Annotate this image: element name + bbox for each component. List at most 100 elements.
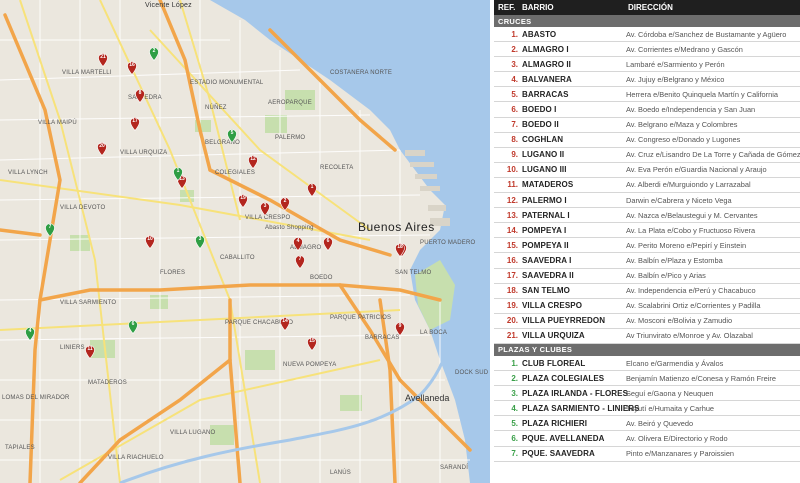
row-direccion: Lambaré e/Sarmiento y Perón [626, 59, 725, 69]
row-direccion: Av. Perito Moreno e/Pepirí y Einstein [626, 240, 747, 250]
red-marker[interactable]: 9 [395, 322, 405, 336]
row-direccion: Herrera e/Benito Quinquela Martín y Cali… [626, 89, 778, 99]
table-row: 2. ALMAGRO I Av. Corrientes e/Medrano y Ga… [494, 42, 800, 58]
red-marker[interactable]: 16 [127, 61, 137, 75]
red-marker[interactable]: 14 [280, 317, 290, 331]
red-marker[interactable]: 1 [307, 183, 317, 197]
row-ref: 13. [506, 210, 518, 220]
red-marker[interactable]: 4 [293, 237, 303, 251]
map[interactable]: Vicente López Villa Martelli Villa Maipú… [0, 0, 490, 483]
red-marker[interactable]: 2 [280, 197, 290, 211]
red-marker[interactable]: 6 [323, 237, 333, 251]
marker-number: 14 [282, 318, 288, 324]
red-marker[interactable]: 20 [97, 142, 107, 156]
marker-number: 16 [129, 62, 135, 68]
row-direccion: Av. Belgrano e/Maza y Colombres [626, 120, 738, 130]
row-barrio: SAN TELMO [522, 286, 571, 296]
row-ref: 7. [511, 120, 518, 130]
table-row: 9. LUGANO II Av. Cruz e/Lisandro De La Tor… [494, 148, 800, 163]
table-row: 11. MATADEROS Av. Alberdi e/Murguiondo y L… [494, 178, 800, 194]
table-row: 20. VILLA PUEYRREDON Av. Mosconi e/Bolivia… [494, 314, 800, 329]
row-direccion: Darwin e/Cabrera y Niceto Vega [626, 195, 732, 205]
row-direccion: Av. La Plata e/Cobo y Fructuoso Rivera [626, 225, 756, 235]
green-marker[interactable]: 3 [195, 235, 205, 249]
red-marker[interactable]: 17 [130, 117, 140, 131]
row-direccion: Tuyutí e/Humaita y Carhue [626, 403, 715, 413]
green-marker[interactable]: 2 [149, 47, 159, 61]
red-marker[interactable]: 8 [135, 89, 145, 103]
row-ref: 3. [511, 388, 518, 398]
place-label: Recoleta [320, 165, 354, 171]
row-direccion: Elcano e/Garmendia y Ávalos [626, 358, 724, 368]
table-row: 21. VILLA URQUIZA Av Triunvirato e/Monroe … [494, 329, 800, 344]
row-ref: 17. [506, 271, 518, 281]
marker-number: 10 [147, 236, 153, 242]
col-direccion-header: DIRECCIÓN [628, 3, 673, 12]
row-barrio: PLAZA RICHIERI [522, 418, 588, 428]
place-label: Flores [160, 270, 186, 276]
row-ref: 6. [511, 105, 518, 115]
table-row: 8. COGHLAN Av. Congreso e/Donado y Lugones [494, 133, 800, 148]
place-label: Mataderos [88, 380, 127, 386]
place-label: San Telmo [395, 270, 432, 276]
row-direccion: Av. Jujuy e/Belgrano y México [626, 74, 725, 84]
red-marker[interactable]: 12 [248, 155, 258, 169]
row-ref: 12. [506, 195, 518, 205]
table-row: 15. POMPEYA II Av. Perito Moreno e/Pepirí … [494, 238, 800, 254]
table-row: 7. PQUE. SAAVEDRA Pinto e/Manzanares y Par… [494, 447, 800, 462]
row-barrio: POMPEYA II [522, 240, 569, 250]
row-barrio: SAAVEDRA I [522, 255, 572, 265]
place-label: Dock Sud [455, 370, 489, 376]
row-ref: 9. [511, 150, 518, 160]
row-barrio: LUGANO II [522, 150, 565, 160]
marker-number: 6 [326, 238, 330, 244]
marker-number: 1 [176, 168, 180, 174]
row-ref: 16. [506, 255, 518, 265]
red-marker[interactable]: 7 [295, 255, 305, 269]
row-ref: 7. [511, 449, 518, 459]
place-label: Caballito [220, 255, 255, 261]
row-barrio: POMPEYA I [522, 225, 567, 235]
green-marker[interactable]: 1 [173, 167, 183, 181]
row-ref: 19. [506, 301, 518, 311]
row-direccion: Av. Olivera E/Directorio y Rodo [626, 433, 728, 443]
row-ref: 18. [506, 286, 518, 296]
row-barrio: VILLA PUEYRREDON [522, 316, 606, 326]
row-ref: 20. [506, 316, 518, 326]
row-barrio: ALMAGRO I [522, 44, 569, 54]
place-label: Lanús [330, 470, 352, 476]
row-direccion: Av. Córdoba e/Sanchez de Bustamante y Ag… [626, 29, 787, 39]
place-label: Villa Lugano [170, 430, 216, 436]
green-marker[interactable]: 4 [25, 327, 35, 341]
table-row: 6. PQUE. AVELLANEDA Av. Olivera E/Director… [494, 431, 800, 447]
table-row: 3. ALMAGRO II Lambaré e/Sarmiento y Perón [494, 57, 800, 73]
row-barrio: BOEDO I [522, 105, 557, 115]
row-ref: 11. [507, 180, 518, 190]
row-direccion: Seguí e/Gaona y Neuquen [626, 388, 714, 398]
red-marker[interactable]: 10 [145, 235, 155, 249]
table-row: 6. BOEDO I Av. Boedo e/Independencia y San… [494, 102, 800, 118]
table-row: 16. SAAVEDRA I Av. Balbín e/Plaza y Estomb… [494, 253, 800, 269]
place-label: Villa Martelli [62, 70, 112, 76]
red-marker[interactable]: 15 [307, 337, 317, 351]
place-label: Sarandí [440, 465, 469, 471]
table-row: 7. BOEDO II Av. Belgrano e/Maza y Colombre… [494, 118, 800, 133]
green-marker[interactable]: 5 [227, 129, 237, 143]
red-marker[interactable]: 21 [98, 53, 108, 67]
row-barrio: PQUE. AVELLANEDA [522, 433, 605, 443]
place-label: Villa Devoto [60, 205, 106, 211]
place-label: Villa Riachuelo [108, 455, 164, 461]
red-marker[interactable]: 18 [395, 243, 405, 257]
row-barrio: PALERMO I [522, 195, 567, 205]
green-marker[interactable]: 7 [45, 223, 55, 237]
marker-number: 9 [398, 323, 402, 329]
red-marker[interactable]: 3 [260, 202, 270, 216]
green-marker[interactable]: 6 [128, 320, 138, 334]
row-barrio: LUGANO III [522, 165, 567, 175]
table-row: 2. PLAZA COLEGIALES Benjamín Matienzo e/Co… [494, 371, 800, 387]
red-marker[interactable]: 19 [238, 194, 248, 208]
row-ref: 4. [511, 403, 518, 413]
row-direccion: Av Triunvirato e/Monroe y Av. Olazabal [626, 331, 753, 341]
row-direccion: Benjamín Matienzo e/Conesa y Ramón Freir… [626, 373, 776, 383]
red-marker[interactable]: 11 [85, 345, 95, 359]
